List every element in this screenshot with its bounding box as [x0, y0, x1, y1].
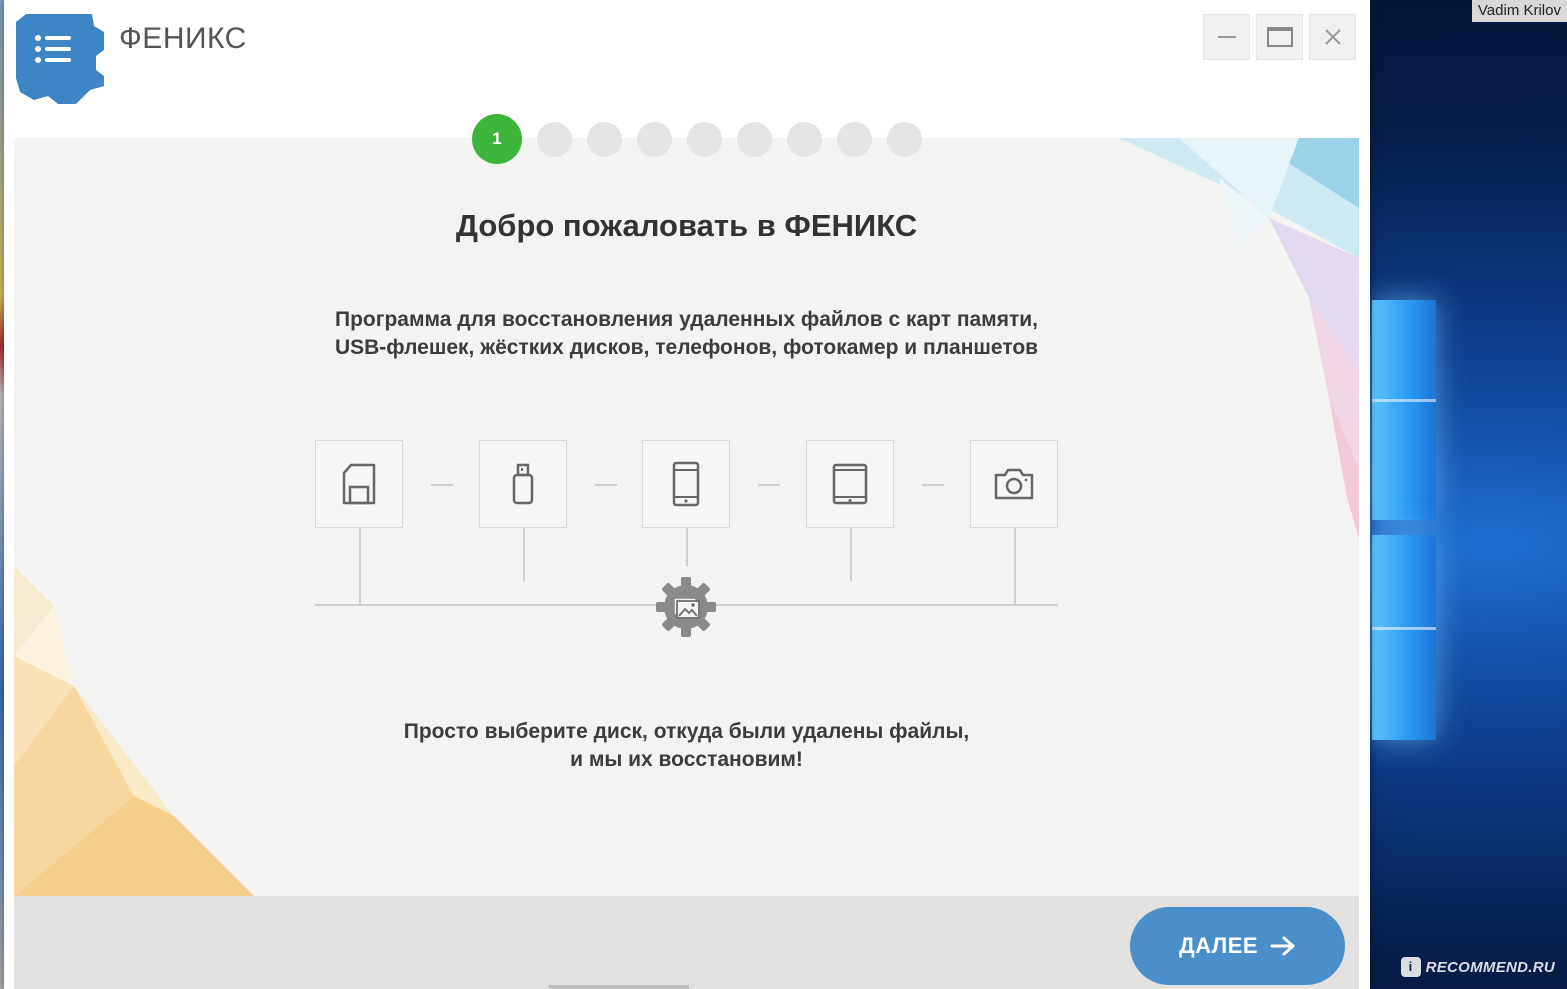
app-window: ФЕНИКС 1 Добро пожаловать в ФЕНИКС Прогр… — [4, 0, 1370, 989]
step-indicator — [537, 121, 572, 157]
device-phone — [642, 440, 730, 528]
step-indicator — [687, 121, 722, 157]
connector-line — [686, 528, 688, 566]
window-controls — [1203, 14, 1356, 60]
step-indicator — [887, 121, 922, 157]
connector-line — [850, 528, 852, 581]
memory-card-icon — [342, 463, 376, 505]
welcome-panel: Добро пожаловать в ФЕНИКС Программа для … — [14, 138, 1359, 896]
connector-dash — [922, 484, 944, 486]
tablet-icon — [832, 463, 868, 505]
outro-line: Просто выберите диск, откуда были удален… — [403, 720, 970, 743]
step-indicator — [787, 121, 822, 157]
close-icon — [1324, 29, 1341, 45]
watermark-text: RECOMMEND.RU — [1425, 958, 1555, 976]
usb-drive-icon — [512, 463, 534, 505]
step-indicator — [737, 121, 772, 157]
next-button-label: ДАЛЕЕ — [1178, 933, 1259, 958]
step-indicator — [837, 121, 872, 157]
arrow-right-icon — [1270, 936, 1295, 956]
windows-logo — [1372, 280, 1436, 760]
device-camera — [970, 440, 1058, 528]
recommend-logo-icon: i — [1400, 957, 1421, 977]
wizard-footer: ДАЛЕЕ — [14, 896, 1359, 989]
app-logo-gear-icon — [16, 14, 104, 104]
maximize-button[interactable] — [1256, 14, 1303, 60]
wizard-steps: 1 — [472, 114, 922, 164]
program-description: Программа для восстановления удаленных ф… — [14, 306, 1359, 362]
camera-icon — [994, 468, 1034, 500]
app-title: ФЕНИКС — [119, 22, 247, 55]
phone-icon — [672, 461, 700, 507]
description-line: USB-флешек, жёстких дисков, телефонов, ф… — [334, 336, 1039, 359]
minimize-icon — [1217, 36, 1236, 38]
step-indicator — [637, 121, 672, 157]
description-line: Программа для восстановления удаленных ф… — [334, 308, 1039, 331]
connector-line — [523, 528, 525, 581]
next-button[interactable]: ДАЛЕЕ — [1130, 907, 1345, 985]
minimize-button[interactable] — [1203, 14, 1250, 60]
close-button[interactable] — [1309, 14, 1356, 60]
connector-dash — [431, 484, 453, 486]
footer-divider — [549, 985, 689, 989]
maximize-icon — [1266, 27, 1293, 47]
step-indicator-active: 1 — [472, 114, 522, 164]
connector-dash — [758, 484, 780, 486]
outro-text: Просто выберите диск, откуда были удален… — [14, 718, 1359, 774]
device-tablet — [806, 440, 894, 528]
recovery-gear-icon — [656, 577, 716, 637]
welcome-title: Добро пожаловать в ФЕНИКС — [455, 208, 918, 243]
connector-dash — [595, 484, 617, 486]
connector-line — [359, 528, 361, 605]
user-label: Vadim Krilov — [1471, 0, 1567, 22]
connector-line — [1014, 528, 1016, 605]
step-indicator — [587, 121, 622, 157]
outro-line: и мы их восстановим! — [570, 748, 803, 771]
watermark: i RECOMMEND.RU — [1400, 957, 1555, 977]
device-memory-card — [315, 440, 403, 528]
titlebar[interactable]: ФЕНИКС — [4, 0, 1370, 110]
device-usb-drive — [479, 440, 567, 528]
